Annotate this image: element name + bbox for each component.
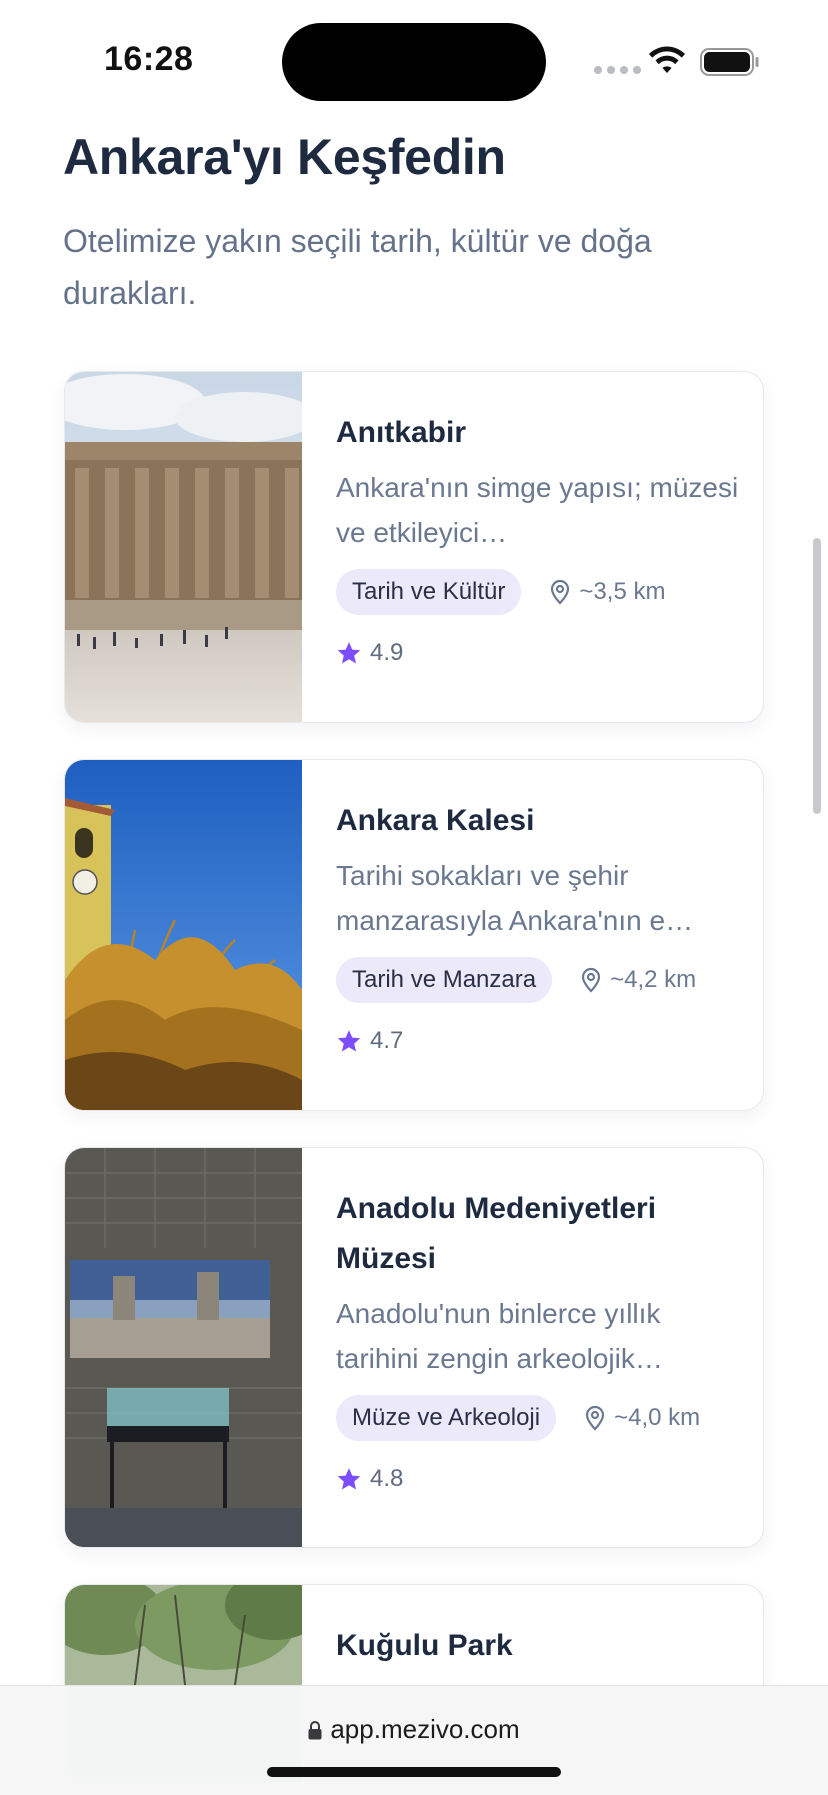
place-title: Anadolu Medeniyetleri Müzesi	[336, 1192, 657, 1275]
star-icon	[337, 642, 361, 664]
status-bar: 16:28	[0, 0, 828, 120]
place-card-ankara-kalesi[interactable]: Ankara Kalesi Tarihi sokakları ve şehir …	[64, 759, 764, 1111]
card-body: Anadolu Medeniyetleri Müzesi Anadolu'nun…	[336, 1184, 743, 1493]
place-title: Kuğulu Park	[336, 1629, 513, 1662]
card-body: Kuğulu Park	[336, 1621, 743, 1671]
browser-address-bar[interactable]: app.mezivo.com	[0, 1685, 828, 1795]
category-tag: Tarih ve Kültür	[336, 569, 522, 615]
page-title: Ankara'yı Keşfedin	[63, 129, 506, 185]
category-tag: Müze ve Arkeoloji	[336, 1395, 557, 1441]
location-pin-icon	[585, 1405, 605, 1431]
dynamic-island	[282, 23, 546, 101]
location-pin-icon	[551, 579, 570, 605]
rating-value: 4.7	[370, 1027, 404, 1054]
page-subtitle: Otelimize yakın seçili tarih, kültür ve …	[63, 223, 652, 311]
meta-row: Tarih ve Manzara ~4,2 km	[336, 957, 743, 1003]
distance-value: ~3,5 km	[579, 578, 666, 605]
lock-icon	[308, 1721, 322, 1740]
home-indicator[interactable]	[267, 1767, 561, 1777]
rating: 4.7	[336, 1027, 743, 1055]
url-field[interactable]: app.mezivo.com	[0, 1714, 828, 1745]
rating: 4.9	[336, 639, 743, 667]
place-card-anadolu-medeniyetleri-muzesi[interactable]: Anadolu Medeniyetleri Müzesi Anadolu'nun…	[64, 1147, 764, 1548]
rating-value: 4.9	[370, 639, 404, 666]
distance: ~3,5 km	[549, 578, 665, 606]
meta-row: Tarih ve Kültür ~3,5 km	[336, 569, 743, 615]
place-description: Anadolu'nun binlerce yıllık tarihini zen…	[336, 1298, 663, 1374]
battery-icon	[700, 48, 759, 76]
distance-value: ~4,2 km	[610, 966, 697, 993]
distance: ~4,0 km	[584, 1404, 700, 1432]
rating: 4.8	[336, 1465, 743, 1493]
category-tag: Tarih ve Manzara	[336, 957, 553, 1003]
place-image-ankara-kalesi	[65, 760, 302, 1110]
distance-value: ~4,0 km	[614, 1404, 701, 1431]
place-description: Tarihi sokakları ve şehir manzarasıyla A…	[336, 860, 694, 936]
cellular-signal-icon	[594, 66, 641, 74]
url-text: app.mezivo.com	[330, 1714, 520, 1744]
distance: ~4,2 km	[580, 966, 696, 994]
scrollbar[interactable]	[813, 538, 821, 814]
meta-row: Müze ve Arkeoloji ~4,0 km	[336, 1395, 743, 1441]
star-icon	[337, 1030, 361, 1052]
place-title: Anıtkabir	[336, 416, 467, 449]
location-pin-icon	[581, 967, 601, 993]
status-time: 16:28	[104, 40, 194, 78]
place-card-anitkabir[interactable]: Anıtkabir Ankara'nın simge yapısı; müzes…	[64, 371, 764, 723]
card-body: Ankara Kalesi Tarihi sokakları ve şehir …	[336, 796, 743, 1055]
place-image-anadolu-muzesi	[65, 1148, 302, 1547]
place-image-anitkabir	[65, 372, 302, 722]
wifi-icon	[649, 46, 685, 73]
star-icon	[337, 1468, 361, 1490]
place-title: Ankara Kalesi	[336, 804, 535, 837]
rating-value: 4.8	[370, 1465, 404, 1492]
card-body: Anıtkabir Ankara'nın simge yapısı; müzes…	[336, 408, 743, 667]
place-description: Ankara'nın simge yapısı; müzesi ve etkil…	[336, 472, 739, 548]
